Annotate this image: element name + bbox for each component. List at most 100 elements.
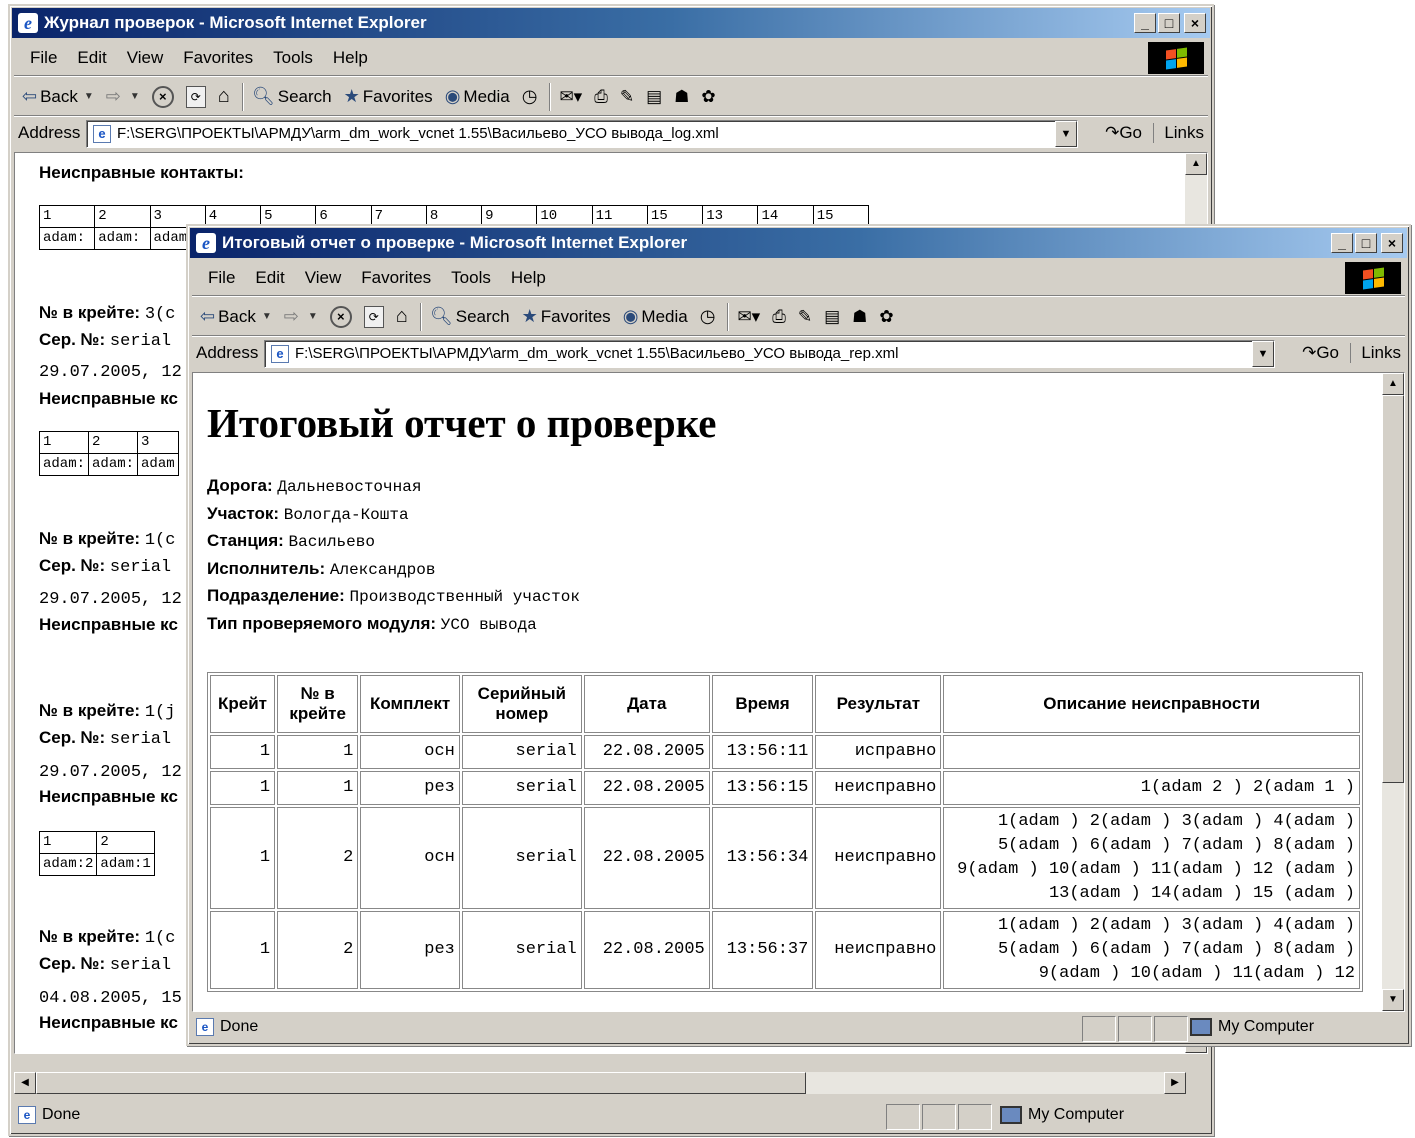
chevron-down-icon[interactable]: ▼ (130, 91, 140, 102)
home-icon[interactable]: ⌂ (396, 305, 408, 328)
menu-favorites[interactable]: Favorites (351, 268, 441, 288)
links-button[interactable]: Links (1350, 343, 1401, 363)
toolbar: ⇦ Back ▼ ⇨ ▼ × ⟳ ⌂ 🔍︎ Search ★ Favorites ◉ Med… (192, 298, 1405, 336)
menu-file[interactable]: File (198, 268, 245, 288)
scroll-left-button[interactable]: ◀ (14, 1072, 36, 1094)
chevron-down-icon[interactable]: ▼ (84, 91, 94, 102)
address-bar: Address e F:\SERG\ПРОЕКТЫ\АРМДУ\arm_dm_w… (14, 118, 1208, 150)
zone-text: My Computer (1028, 1106, 1125, 1123)
minimize-button[interactable]: _ (1134, 13, 1156, 33)
history-icon[interactable]: ◷ (522, 86, 538, 107)
toolbar-separator (727, 302, 730, 331)
edit-icon[interactable]: ✎ (620, 87, 634, 107)
menu-file[interactable]: File (20, 48, 67, 68)
table-row: 1 1 рез serial 22.08.2005 13:56:15 неисп… (210, 771, 1360, 805)
stop-icon[interactable]: × (151, 85, 174, 108)
links-button[interactable]: Links (1153, 123, 1204, 143)
report-content: Итоговый отчет о проверке Дорога: Дальне… (192, 372, 1405, 1012)
scroll-up-button[interactable]: ▲ (1185, 153, 1207, 175)
contacts-table: 12 adam:2 adam:1 (38, 831, 155, 876)
status-bar: e Done My Computer (192, 1014, 1405, 1044)
stop-icon[interactable]: × (329, 305, 352, 328)
media-button[interactable]: ◉ Media (623, 306, 688, 327)
address-label: Address (196, 343, 259, 362)
chevron-down-icon[interactable]: ▼ (262, 311, 272, 322)
computer-icon (1190, 1018, 1212, 1036)
address-input[interactable]: e F:\SERG\ПРОЕКТЫ\АРМДУ\arm_dm_work_vcne… (264, 340, 1275, 368)
chevron-down-icon[interactable]: ▼ (308, 311, 318, 322)
horizontal-scrollbar[interactable]: ◀ ▶ (14, 1072, 1186, 1094)
menu-help[interactable]: Help (323, 48, 378, 68)
print-icon[interactable]: ⎙ (772, 307, 786, 327)
media-button[interactable]: ◉ Media (445, 86, 510, 107)
vertical-scrollbar[interactable]: ▲ ▼ (1382, 373, 1404, 1011)
menu-favorites[interactable]: Favorites (173, 48, 263, 68)
discuss-icon[interactable]: ▤ (824, 307, 840, 327)
refresh-icon[interactable]: ⟳ (363, 305, 384, 328)
search-button[interactable]: 🔍︎ Search (430, 306, 510, 327)
ie-icon: e (196, 233, 216, 253)
discuss-icon[interactable]: ▤ (646, 87, 662, 107)
chevron-down-icon[interactable]: ▼ (1252, 341, 1274, 367)
menu-tools[interactable]: Tools (441, 268, 501, 288)
scroll-down-button[interactable]: ▼ (1382, 989, 1404, 1011)
report-window-titlebar[interactable]: e Итоговый отчет о проверке - Microsoft … (190, 228, 1407, 258)
menu-view[interactable]: View (117, 48, 174, 68)
log-window-title: Журнал проверок - Microsoft Internet Exp… (44, 13, 427, 32)
page-icon: e (18, 1106, 36, 1124)
scroll-up-button[interactable]: ▲ (1382, 373, 1404, 395)
chevron-down-icon[interactable]: ▼ (1055, 121, 1077, 147)
messenger-icon[interactable]: ☗ (674, 87, 689, 107)
menu-edit[interactable]: Edit (67, 48, 116, 68)
report-window: e Итоговый отчет о проверке - Microsoft … (186, 224, 1411, 1046)
close-button[interactable]: × (1184, 13, 1206, 33)
table-row: 1 2 рез serial 22.08.2005 13:56:37 неисп… (210, 911, 1360, 989)
computer-icon (1000, 1106, 1022, 1124)
print-icon[interactable]: ⎙ (594, 87, 608, 107)
icq-flower-icon[interactable]: ✿ (701, 87, 715, 107)
search-button[interactable]: 🔍︎ Search (252, 86, 332, 107)
maximize-button[interactable]: □ (1158, 13, 1180, 33)
log-window-titlebar[interactable]: e Журнал проверок - Microsoft Internet E… (12, 8, 1210, 38)
forward-button[interactable]: ⇨ ▼ (106, 86, 140, 107)
toolbar-separator (549, 82, 552, 111)
messenger-icon[interactable]: ☗ (852, 307, 867, 327)
menu-edit[interactable]: Edit (245, 268, 294, 288)
close-button[interactable]: × (1381, 233, 1403, 253)
home-icon[interactable]: ⌂ (218, 85, 230, 108)
refresh-icon[interactable]: ⟳ (185, 85, 206, 108)
back-arrow-icon: ⇦ (22, 86, 38, 106)
menu-help[interactable]: Help (501, 268, 556, 288)
menu-view[interactable]: View (295, 268, 352, 288)
forward-arrow-icon: ⇨ (105, 86, 121, 106)
report-meta: Дорога: Дальневосточная Участок: Вологда… (207, 476, 580, 634)
forward-button[interactable]: ⇨ ▼ (284, 306, 318, 327)
edit-icon[interactable]: ✎ (798, 307, 812, 327)
history-icon[interactable]: ◷ (700, 306, 716, 327)
address-bar: Address e F:\SERG\ПРОЕКТЫ\АРМДУ\arm_dm_w… (192, 338, 1405, 370)
maximize-button[interactable]: □ (1355, 233, 1377, 253)
menu-bar: File Edit View Favorites Tools Help (192, 260, 1405, 296)
forward-arrow-icon: ⇨ (283, 306, 299, 326)
go-button[interactable]: ↷Go (1302, 343, 1339, 363)
search-icon: 🔍︎ (429, 306, 453, 326)
menu-tools[interactable]: Tools (263, 48, 323, 68)
address-input[interactable]: e F:\SERG\ПРОЕКТЫ\АРМДУ\arm_dm_work_vcne… (86, 120, 1078, 148)
go-button[interactable]: ↷Go (1105, 123, 1142, 143)
favorites-button[interactable]: ★ Favorites (344, 86, 433, 107)
favorites-icon: ★ (521, 306, 538, 326)
favorites-button[interactable]: ★ Favorites (522, 306, 611, 327)
back-button[interactable]: ⇦ Back ▼ (200, 306, 272, 327)
mail-icon[interactable]: ✉▾ (559, 87, 582, 107)
scroll-right-button[interactable]: ▶ (1164, 1072, 1186, 1094)
ie-icon: e (18, 13, 38, 33)
back-button[interactable]: ⇦ Back ▼ (22, 86, 94, 107)
icq-flower-icon[interactable]: ✿ (879, 307, 893, 327)
status-bar: e Done My Computer (14, 1102, 1208, 1132)
favorites-icon: ★ (343, 86, 360, 106)
minimize-button[interactable]: _ (1331, 233, 1353, 253)
scroll-thumb[interactable] (1382, 395, 1404, 783)
mail-icon[interactable]: ✉▾ (737, 307, 760, 327)
media-icon: ◉ (622, 306, 639, 326)
scroll-thumb[interactable] (36, 1072, 806, 1094)
